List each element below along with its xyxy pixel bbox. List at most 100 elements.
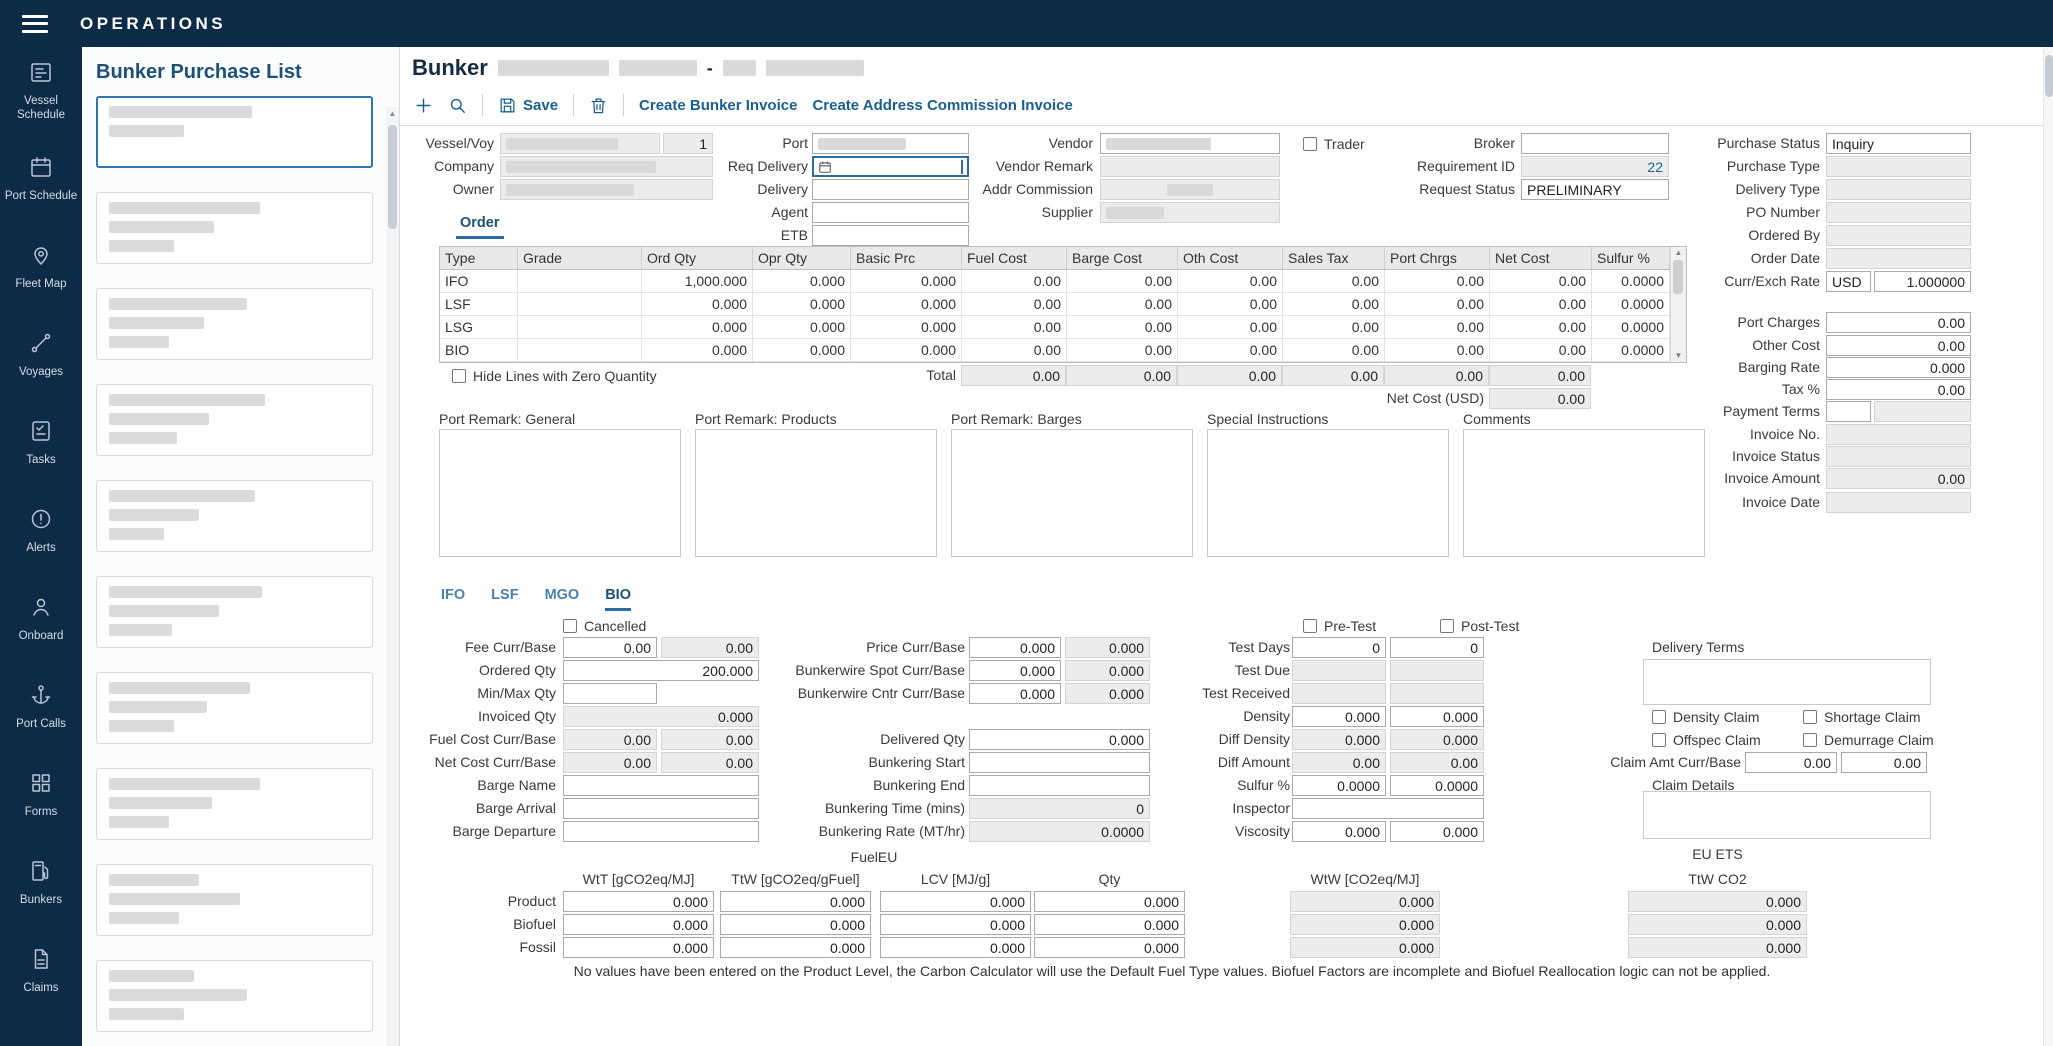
fuel-cost-curr-base-field-2[interactable]: 0.00 bbox=[661, 729, 759, 750]
fee-curr-base-field[interactable]: 0.00 bbox=[563, 637, 657, 658]
checkbox[interactable] bbox=[1652, 733, 1666, 747]
product-ttw-co2-field[interactable]: 0.000 bbox=[1628, 891, 1807, 912]
test-days-field[interactable]: 0 bbox=[1292, 637, 1386, 658]
sidebar-item-tasks[interactable]: Tasks bbox=[0, 399, 82, 487]
scrollbar-thumb[interactable] bbox=[388, 125, 397, 229]
viscosity-field-2[interactable]: 0.000 bbox=[1390, 821, 1484, 842]
list-item[interactable] bbox=[96, 672, 373, 744]
checkbox[interactable] bbox=[1803, 710, 1817, 724]
tax-field[interactable]: 0.00 bbox=[1826, 379, 1971, 400]
table-scrollbar[interactable]: ▲▼ bbox=[1670, 247, 1686, 362]
sulfur-field[interactable]: 0.0000 bbox=[1292, 775, 1386, 796]
checkbox[interactable] bbox=[1303, 619, 1317, 633]
list-item[interactable] bbox=[96, 960, 373, 1032]
vendor-remark-field[interactable] bbox=[1100, 156, 1280, 177]
barge-departure-field[interactable] bbox=[563, 821, 759, 842]
checkbox[interactable] bbox=[563, 619, 577, 633]
sidebar-item-voyages[interactable]: Voyages bbox=[0, 311, 82, 399]
bunkerwire-spot-curr-base-field[interactable]: 0.000 bbox=[969, 660, 1061, 681]
invoice-no-field[interactable] bbox=[1826, 424, 1971, 445]
test-days-field-2[interactable]: 0 bbox=[1390, 637, 1484, 658]
trader-checkbox[interactable]: Trader bbox=[1303, 133, 1365, 154]
biofuel-wtt-gco2eq-mj-field[interactable]: 0.000 bbox=[563, 914, 714, 935]
viscosity-field[interactable]: 0.000 bbox=[1292, 821, 1386, 842]
company-field[interactable] bbox=[500, 156, 713, 177]
test-due-field[interactable] bbox=[1292, 660, 1386, 681]
create-bunker-invoice-button[interactable]: Create Bunker Invoice bbox=[639, 97, 797, 114]
menu-icon[interactable] bbox=[22, 15, 48, 33]
fossil-qty-field[interactable]: 0.000 bbox=[1034, 937, 1185, 958]
order-date-field[interactable] bbox=[1826, 248, 1971, 269]
fuel-tab-bio[interactable]: BIO bbox=[605, 587, 631, 611]
vendor-field[interactable] bbox=[1100, 133, 1280, 154]
sidebar-item-alerts[interactable]: Alerts bbox=[0, 487, 82, 575]
invoice-date-field[interactable] bbox=[1826, 492, 1971, 513]
port-remark-products-box[interactable] bbox=[695, 429, 937, 557]
product-qty-field[interactable]: 0.000 bbox=[1034, 891, 1185, 912]
claim-amt-field-2[interactable]: 0.00 bbox=[1841, 752, 1927, 773]
list-item[interactable] bbox=[96, 768, 373, 840]
inspector-field[interactable] bbox=[1292, 798, 1484, 819]
product-lcv-mj-g-field[interactable]: 0.000 bbox=[880, 891, 1031, 912]
comments-box[interactable] bbox=[1463, 429, 1705, 557]
fuel-tab-mgo[interactable]: MGO bbox=[545, 587, 580, 611]
purchase-type-field[interactable] bbox=[1826, 156, 1971, 177]
total-field-1[interactable]: 0.00 bbox=[1066, 365, 1177, 386]
net-cost-curr-base-field[interactable]: 0.00 bbox=[563, 752, 657, 773]
test-received-field-2[interactable] bbox=[1390, 683, 1484, 704]
scrollbar-thumb[interactable] bbox=[2045, 55, 2053, 97]
fossil-lcv-mj-g-field[interactable]: 0.000 bbox=[880, 937, 1031, 958]
list-item[interactable] bbox=[96, 192, 373, 264]
test-due-field-2[interactable] bbox=[1390, 660, 1484, 681]
delivery-field[interactable] bbox=[812, 179, 969, 200]
checkbox[interactable] bbox=[1303, 137, 1317, 151]
total-field-3[interactable]: 0.00 bbox=[1282, 365, 1384, 386]
supplier-field[interactable] bbox=[1100, 202, 1280, 223]
table-row-lsg[interactable]: LSG0.0000.0000.0000.000.000.000.000.000.… bbox=[440, 316, 1670, 339]
ordered-by-field[interactable] bbox=[1826, 225, 1971, 246]
delivery-type-field[interactable] bbox=[1826, 179, 1971, 200]
port-field[interactable] bbox=[812, 133, 969, 154]
invoiced-qty-field[interactable]: 0.000 bbox=[563, 706, 759, 727]
fossil-wtw-co2eq-mj-field[interactable]: 0.000 bbox=[1290, 937, 1440, 958]
product-wtt-gco2eq-mj-field[interactable]: 0.000 bbox=[563, 891, 714, 912]
delivery-terms-box[interactable] bbox=[1643, 659, 1931, 705]
list-item[interactable] bbox=[96, 576, 373, 648]
scrollbar-thumb[interactable] bbox=[1673, 260, 1683, 294]
pre-test-checkbox[interactable]: Pre-Test bbox=[1303, 615, 1376, 636]
shortage-claim-checkbox[interactable]: Shortage Claim bbox=[1803, 706, 1921, 727]
biofuel-ttw-co2-field[interactable]: 0.000 bbox=[1628, 914, 1807, 935]
ordered-qty-field[interactable]: 200.000 bbox=[563, 660, 759, 681]
port-remark-barges-box[interactable] bbox=[951, 429, 1193, 557]
list-item[interactable] bbox=[96, 96, 373, 168]
list-scrollbar[interactable]: ▲ bbox=[386, 107, 399, 1046]
biofuel-ttw-gco2eq-gfuel-field[interactable]: 0.000 bbox=[720, 914, 871, 935]
barge-name-field[interactable] bbox=[563, 775, 759, 796]
fee-curr-base-field-2[interactable]: 0.00 bbox=[661, 637, 759, 658]
diff-density-field[interactable]: 0.000 bbox=[1292, 729, 1386, 750]
table-row-bio[interactable]: BIO0.0000.0000.0000.000.000.000.000.000.… bbox=[440, 339, 1670, 362]
checkbox[interactable] bbox=[1803, 733, 1817, 747]
price-curr-base-field[interactable]: 0.000 bbox=[969, 637, 1061, 658]
vessel-field[interactable] bbox=[500, 133, 660, 154]
sidebar-item-bunkers[interactable]: Bunkers bbox=[0, 839, 82, 927]
requirement-id-field[interactable]: 22 bbox=[1521, 156, 1669, 177]
save-button[interactable]: Save bbox=[498, 96, 558, 115]
fossil-wtt-gco2eq-mj-field[interactable]: 0.000 bbox=[563, 937, 714, 958]
barging-rate-field[interactable]: 0.000 bbox=[1826, 357, 1971, 378]
curr-exch-rate-field[interactable]: USD bbox=[1826, 271, 1871, 292]
delete-button[interactable] bbox=[589, 96, 608, 115]
diff-density-field-2[interactable]: 0.000 bbox=[1390, 729, 1484, 750]
table-row-lsf[interactable]: LSF0.0000.0000.0000.000.000.000.000.000.… bbox=[440, 293, 1670, 316]
claim-details-box[interactable] bbox=[1643, 791, 1931, 839]
cancelled-checkbox[interactable]: Cancelled bbox=[563, 615, 646, 636]
net-cost-usd-field[interactable]: 0.00 bbox=[1489, 388, 1591, 409]
agent-field[interactable] bbox=[812, 202, 969, 223]
sulfur-field-2[interactable]: 0.0000 bbox=[1390, 775, 1484, 796]
total-field-0[interactable]: 0.00 bbox=[961, 365, 1066, 386]
req-delivery-field[interactable] bbox=[812, 156, 969, 177]
broker-field[interactable] bbox=[1521, 133, 1669, 154]
biofuel-wtw-co2eq-mj-field[interactable]: 0.000 bbox=[1290, 914, 1440, 935]
list-item[interactable] bbox=[96, 864, 373, 936]
etb-field[interactable] bbox=[812, 225, 969, 246]
